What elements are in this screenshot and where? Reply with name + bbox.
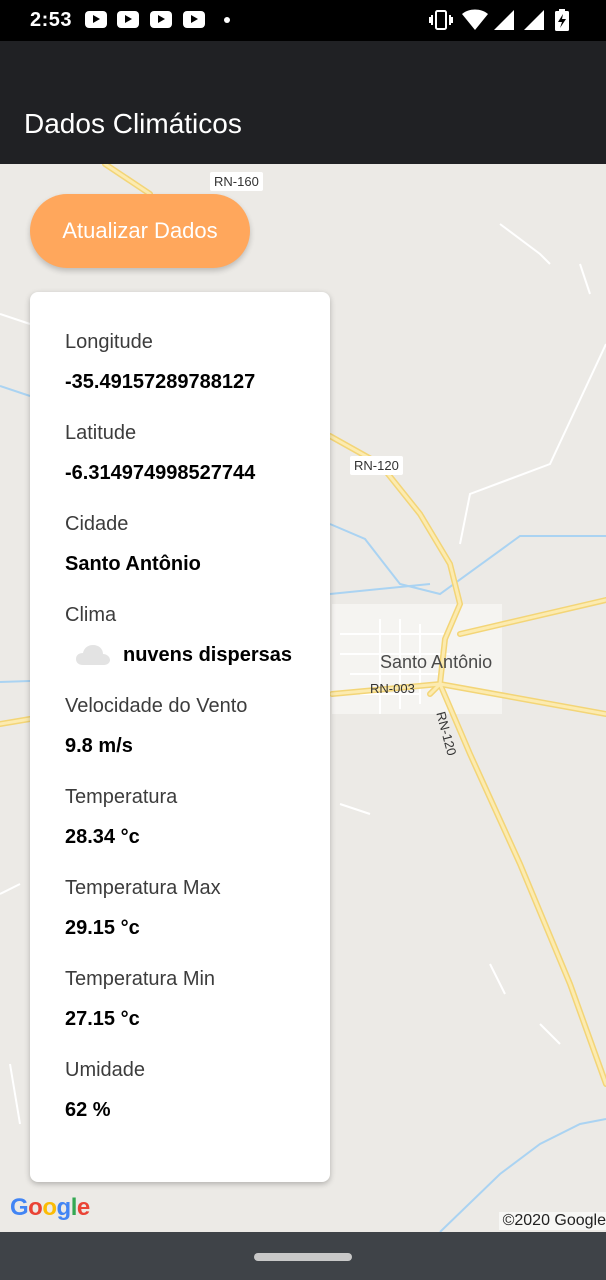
- dot-icon: [224, 17, 230, 23]
- field-label: Temperatura Max: [65, 877, 221, 899]
- battery-charging-icon: [555, 9, 569, 31]
- humidity-value: 62 %: [65, 1099, 111, 1121]
- temperature-min-value: 27.15 °c: [65, 1008, 140, 1030]
- field-label: Umidade: [65, 1059, 146, 1081]
- longitude-value: -35.49157289788127: [65, 371, 256, 393]
- temperature-field: Temperatura 28.34 °c: [65, 785, 330, 876]
- app-title: Dados Climáticos: [24, 108, 242, 139]
- road-label: RN-120: [350, 456, 403, 475]
- map-attribution: ©2020 Google: [498, 1212, 606, 1230]
- home-gesture-handle[interactable]: [254, 1253, 352, 1261]
- field-label: Temperatura Min: [65, 968, 216, 990]
- google-logo: Google: [10, 1194, 90, 1221]
- status-bar: 2:53: [0, 0, 606, 41]
- app-bar: Dados Climáticos: [0, 41, 606, 164]
- humidity-field: Umidade 62 %: [65, 1058, 330, 1149]
- vibrate-icon: [429, 10, 453, 30]
- status-time: 2:53: [30, 9, 73, 31]
- place-label: Santo Antônio: [380, 652, 493, 672]
- field-label: Latitude: [65, 422, 137, 444]
- youtube-icon: [183, 11, 205, 28]
- temperature-min-field: Temperatura Min 27.15 °c: [65, 967, 330, 1058]
- latitude-field: Latitude -6.314974998527744: [65, 421, 330, 512]
- youtube-icon: [85, 11, 107, 28]
- climate-field: Clima nuvens dispersas: [65, 603, 330, 694]
- climate-value: nuvens dispersas: [123, 644, 292, 666]
- youtube-icon: [150, 11, 172, 28]
- update-data-button[interactable]: Atualizar Dados: [30, 194, 250, 268]
- longitude-field: Longitude -35.49157289788127: [65, 330, 330, 421]
- road-label: RN-003: [370, 681, 415, 696]
- wifi-icon: [462, 9, 488, 30]
- signal-icon: [494, 10, 514, 30]
- cloud-icon: [76, 645, 110, 665]
- field-label: Velocidade do Vento: [65, 695, 248, 717]
- field-label: Longitude: [65, 331, 153, 353]
- field-label: Cidade: [65, 513, 129, 535]
- temperature-max-field: Temperatura Max 29.15 °c: [65, 876, 330, 967]
- temperature-max-value: 29.15 °c: [65, 917, 140, 939]
- road-label: RN-160: [210, 172, 263, 191]
- signal-icon: [524, 10, 544, 30]
- latitude-value: -6.314974998527744: [65, 462, 256, 484]
- youtube-icon: [117, 11, 139, 28]
- wind-field: Velocidade do Vento 9.8 m/s: [65, 694, 330, 785]
- field-label: Temperatura: [65, 786, 178, 808]
- temperature-value: 28.34 °c: [65, 826, 140, 848]
- field-label: Clima: [65, 604, 117, 626]
- city-field: Cidade Santo Antônio: [65, 512, 330, 603]
- weather-card: Longitude -35.49157289788127 Latitude -6…: [30, 292, 330, 1182]
- navigation-bar: [0, 1232, 606, 1280]
- city-value: Santo Antônio: [65, 553, 201, 575]
- wind-value: 9.8 m/s: [65, 735, 133, 757]
